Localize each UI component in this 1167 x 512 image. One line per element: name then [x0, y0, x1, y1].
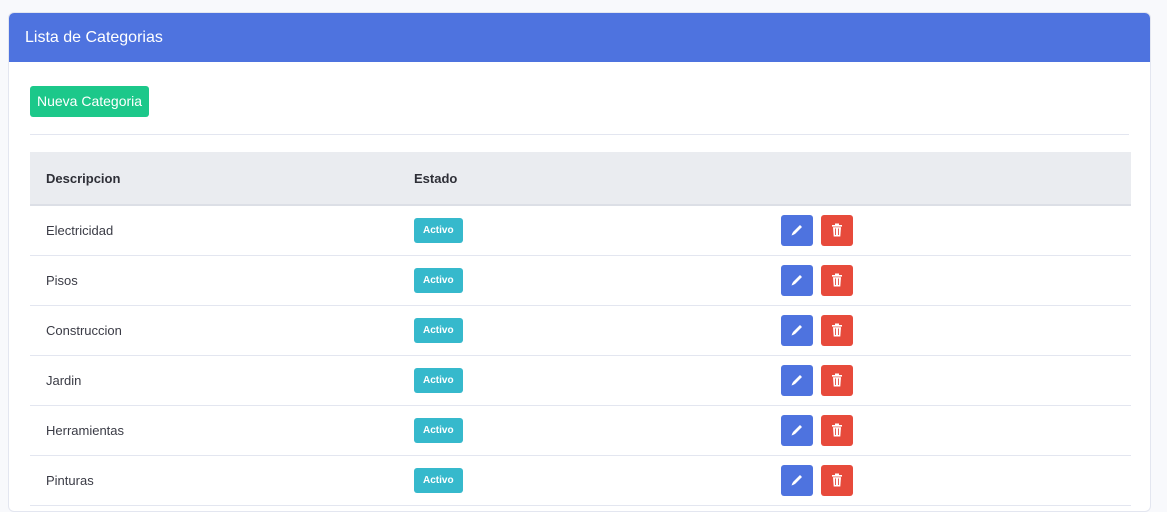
pencil-icon [791, 475, 802, 486]
trash-icon [832, 373, 842, 387]
pencil-icon [791, 325, 802, 336]
cell-actions [781, 205, 1131, 255]
table-row: Pisos Activo [30, 255, 1131, 305]
delete-button[interactable] [821, 214, 853, 246]
status-badge: Activo [414, 217, 463, 243]
status-badge: Activo [414, 367, 463, 393]
categories-table: Descripcion Estado Electricidad Activo P… [30, 152, 1131, 506]
delete-button[interactable] [821, 364, 853, 396]
delete-button[interactable] [821, 414, 853, 446]
pencil-icon [791, 225, 802, 236]
table-row: Herramientas Activo [30, 405, 1131, 455]
pencil-icon [791, 375, 802, 386]
edit-button[interactable] [781, 464, 813, 496]
card-title: Lista de Categorias [25, 28, 163, 46]
status-badge: Activo [414, 467, 463, 493]
trash-icon [832, 273, 842, 287]
edit-button[interactable] [781, 214, 813, 246]
cell-descripcion: Pisos [46, 272, 78, 288]
cell-descripcion: Construccion [46, 322, 122, 338]
row-actions [781, 314, 1131, 346]
delete-button[interactable] [821, 314, 853, 346]
trash-icon [832, 423, 842, 437]
edit-button[interactable] [781, 364, 813, 396]
edit-button[interactable] [781, 314, 813, 346]
cell-estado: Activo [414, 305, 781, 355]
categories-card: Lista de Categorias Nueva Categoria Desc… [8, 12, 1151, 512]
cell-descripcion: Electricidad [46, 222, 114, 238]
divider [30, 134, 1129, 135]
new-category-button[interactable]: Nueva Categoria [30, 86, 150, 117]
trash-icon [832, 323, 842, 337]
pencil-icon [791, 425, 802, 436]
trash-icon [832, 473, 842, 487]
cell-descripcion: Herramientas [46, 422, 125, 438]
table-row: Construccion Activo [30, 305, 1131, 355]
cell-descripcion: Jardin [46, 372, 82, 388]
row-actions [781, 364, 1131, 396]
table-header-row: Descripcion Estado [30, 152, 1131, 206]
column-header-actions [781, 152, 1131, 206]
cell-estado: Activo [414, 355, 781, 405]
cell-estado: Activo [414, 205, 781, 255]
status-badge: Activo [414, 267, 463, 293]
card-header: Lista de Categorias [9, 13, 1150, 62]
cell-actions [781, 405, 1131, 455]
status-badge: Activo [414, 317, 463, 343]
delete-button[interactable] [821, 464, 853, 496]
row-actions [781, 414, 1131, 446]
column-header-estado: Estado [414, 152, 781, 206]
edit-button[interactable] [781, 414, 813, 446]
row-actions [781, 214, 1131, 246]
row-actions [781, 264, 1131, 296]
status-badge: Activo [414, 417, 463, 443]
cell-estado: Activo [414, 405, 781, 455]
cell-actions [781, 355, 1131, 405]
card-body: Nueva Categoria Descripcion Estado Elect… [9, 62, 1150, 506]
edit-button[interactable] [781, 264, 813, 296]
table-body: Electricidad Activo Pisos Activo Constru… [30, 205, 1131, 505]
row-actions [781, 464, 1131, 496]
pencil-icon [791, 275, 802, 286]
table-row: Electricidad Activo [30, 205, 1131, 255]
cell-estado: Activo [414, 255, 781, 305]
table-row: Jardin Activo [30, 355, 1131, 405]
cell-actions [781, 255, 1131, 305]
column-header-descripcion: Descripcion [30, 152, 414, 206]
cell-actions [781, 305, 1131, 355]
delete-button[interactable] [821, 264, 853, 296]
trash-icon [832, 223, 842, 237]
